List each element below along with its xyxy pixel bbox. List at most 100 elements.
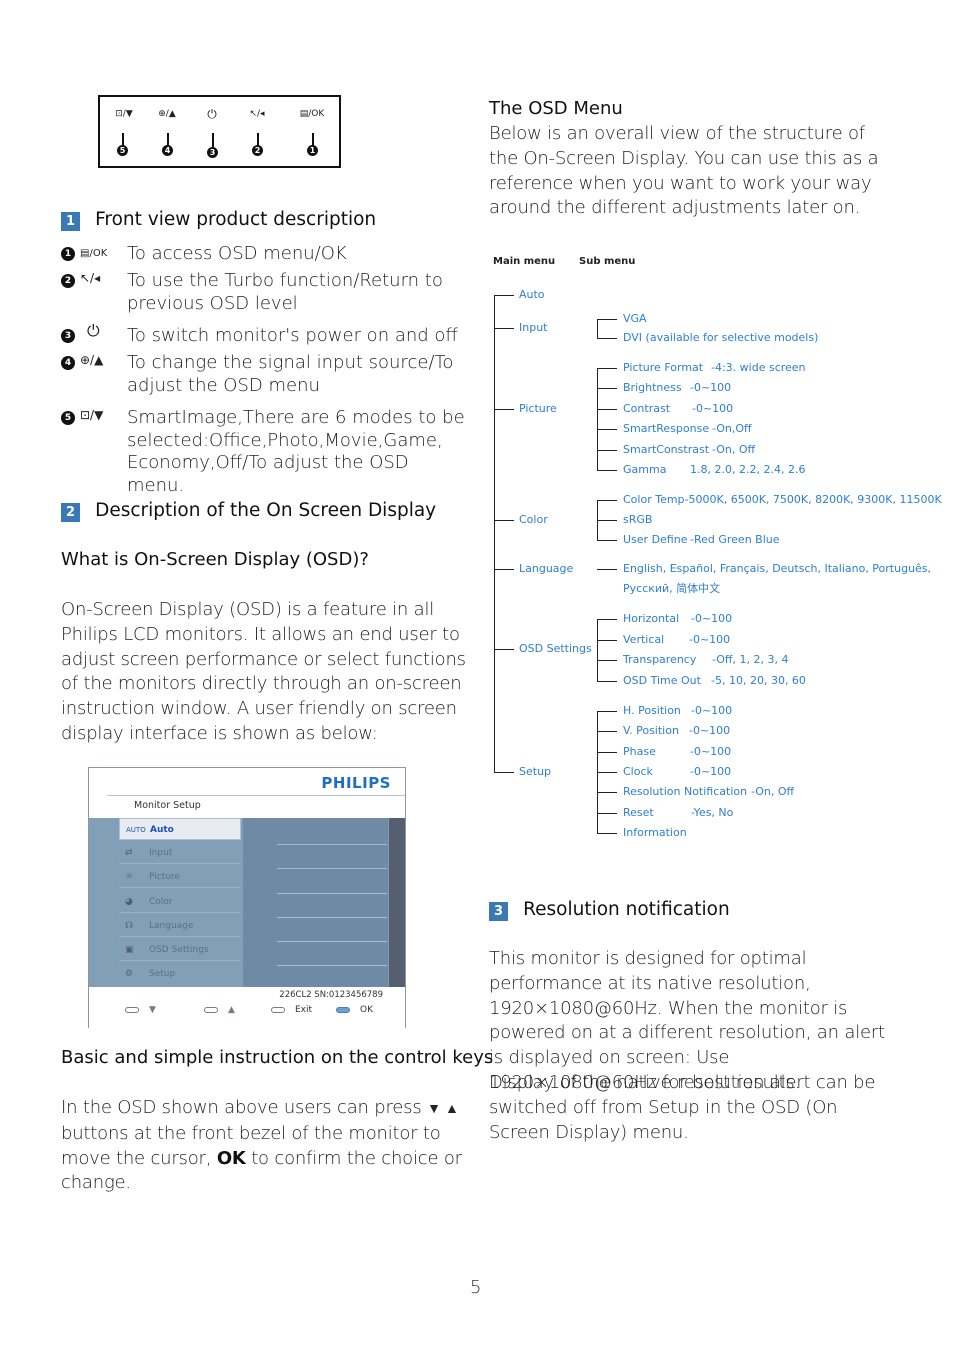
key-text: SmartImage,There are 6 modes to be selec…: [127, 407, 465, 496]
power-icon: ⏻: [207, 107, 217, 121]
key-number: 4: [61, 356, 75, 370]
main-menu-item-language[interactable]: Language: [519, 562, 573, 575]
color-icon: ◕: [125, 897, 133, 907]
sub-menu-value: -0~100: [690, 764, 732, 778]
bezel-number: 1: [307, 145, 318, 156]
osd-menu-heading: The OSD Menu: [489, 98, 623, 119]
tree-sub-trunk: [597, 319, 598, 338]
main-menu-item-color[interactable]: Color: [519, 513, 548, 526]
main-menu-item-auto[interactable]: Auto: [519, 288, 545, 301]
sub-menu-value: -0~100: [690, 381, 732, 395]
osd-item-language[interactable]: ☊ Language: [119, 915, 241, 937]
sub-menu-item[interactable]: V. Position: [623, 724, 679, 737]
sub-menu-item[interactable]: Resolution Notification: [623, 785, 747, 798]
sub-menu-item[interactable]: Reset: [623, 806, 654, 819]
key-text: To use the Turbo function/Return to prev…: [127, 270, 443, 314]
ok-label: OK: [360, 1005, 373, 1015]
main-menu-item-picture[interactable]: Picture: [519, 402, 557, 415]
input-icon: ⇄: [125, 848, 133, 858]
tree-trunk: [494, 295, 495, 772]
sub-menu-value: -0~100: [691, 704, 733, 717]
osd-item-setup[interactable]: ⚙ Setup: [119, 963, 241, 985]
tree-sub-branch: [597, 429, 617, 431]
tree-sub-branch: [597, 812, 617, 814]
sub-menu-item[interactable]: Clock: [623, 765, 653, 778]
section-badge: 3: [489, 902, 508, 921]
sub-menu-item[interactable]: Color Temp-5000K, 6500K, 7500K, 8200K, 9…: [623, 493, 942, 506]
osd-settings-icon: ▣: [125, 945, 134, 955]
tree-sub-branch: [597, 569, 617, 570]
osd-up-button[interactable]: ▲: [204, 1005, 235, 1015]
osd-item-label: Setup: [149, 969, 176, 979]
tree-sub-branch: [597, 368, 617, 369]
sub-menu-value: -4:3. wide screen: [711, 361, 806, 374]
osd-exit-button[interactable]: Exit: [271, 1005, 312, 1015]
sub-menu-item[interactable]: English, Español, Français, Deutsch, Ita…: [623, 562, 931, 575]
bezel-number: 3: [207, 147, 218, 158]
sub-menu-value: -On,Off: [712, 422, 752, 436]
osd-description-paragraph: On-Screen Display (OSD) is a feature in …: [61, 599, 466, 744]
sub-menu-value: -5, 10, 20, 30, 60: [711, 673, 806, 687]
key-text: To access OSD menu/OK: [127, 243, 347, 264]
osd-item-color[interactable]: ◕ Color: [119, 891, 241, 913]
main-menu-item-setup[interactable]: Setup: [519, 765, 551, 778]
sub-menu-item[interactable]: Phase: [623, 745, 656, 758]
sub-menu-item[interactable]: Information: [623, 826, 687, 839]
down-up-arrows-icon: ▼ ▲: [427, 1101, 459, 1117]
osd-title: Monitor Setup: [134, 800, 201, 811]
setup-icon: ⚙: [125, 969, 134, 979]
sub-menu-item[interactable]: Vertical: [623, 633, 664, 646]
section-1-heading: 1 Front view product description: [61, 209, 376, 231]
osd-item-osd-settings[interactable]: ▣ OSD Settings: [119, 939, 241, 961]
control-keys-paragraph: In the OSD shown above users can press ▼…: [61, 1096, 471, 1196]
osd-ok-button[interactable]: OK: [336, 1005, 373, 1015]
bezel-number: 5: [117, 145, 128, 156]
osd-item-picture[interactable]: ☼ Picture: [119, 866, 241, 888]
language-icon: ☊: [125, 921, 133, 931]
picture-icon: ☼: [125, 872, 134, 882]
main-menu-item-input[interactable]: Input: [519, 321, 547, 334]
exit-label: Exit: [295, 1005, 313, 1015]
osd-down-button[interactable]: ▼: [125, 1005, 156, 1015]
osd-item-auto[interactable]: AUTO Auto: [119, 818, 241, 840]
down-arrow-icon: ▼: [149, 1005, 156, 1015]
sub-menu-item[interactable]: OSD Time Out: [623, 674, 701, 687]
main-menu-item-osd-settings[interactable]: OSD Settings: [519, 642, 592, 655]
osd-question-heading: What is On-Screen Display (OSD)?: [61, 549, 369, 570]
sub-menu-item[interactable]: VGA: [623, 312, 647, 325]
smartimage-down-icon: ⊡/▼: [115, 109, 133, 119]
input-up-icon: ⊕/▲: [158, 109, 176, 119]
bezel-number: 2: [252, 145, 263, 156]
tree-branch: [494, 520, 514, 521]
sub-menu-item[interactable]: H. Position: [623, 704, 681, 717]
sub-menu-item[interactable]: DVI (available for selective models): [623, 331, 818, 344]
osd-item-label: Language: [149, 921, 194, 931]
sub-menu-item[interactable]: Русский, 简体中文: [623, 580, 720, 596]
sub-menu-item[interactable]: Gamma: [623, 463, 666, 476]
osd-item-label: Auto: [150, 825, 174, 835]
sub-menu-item[interactable]: Contrast: [623, 402, 670, 415]
tree-sub-branch: [597, 771, 617, 773]
sub-menu-item[interactable]: SmartConstrast: [623, 443, 709, 456]
tree-sub-branch: [597, 751, 617, 753]
tree-sub-branch: [597, 500, 617, 501]
sub-menu-item[interactable]: Horizontal: [623, 612, 679, 625]
sub-menu-item[interactable]: Brightness: [623, 381, 682, 394]
sub-menu-item[interactable]: User Define: [623, 533, 687, 546]
sub-menu-item[interactable]: Picture Format: [623, 361, 703, 374]
tree-sub-branch: [597, 540, 617, 541]
sub-menu-value: 1.8, 2.0, 2.2, 2.4, 2.6: [690, 463, 806, 476]
key-text: To switch monitor's power on and off: [127, 325, 458, 346]
sub-menu-value: -Yes, No: [691, 805, 734, 819]
sub-menu-value: -On, Off: [751, 785, 795, 799]
tree-sub-branch: [597, 832, 617, 834]
osd-scrollbar: [389, 818, 405, 987]
sub-menu-item[interactable]: Transparency: [623, 653, 696, 666]
up-arrow-icon: ▲: [228, 1005, 235, 1015]
front-bezel-diagram: ⊡/▼ ⊕/▲ ⏻ ↖/◂ ▤/OK 5 4 3 2 1: [98, 95, 341, 168]
osd-item-input[interactable]: ⇄ Input: [119, 842, 241, 864]
sub-menu-item[interactable]: SmartResponse: [623, 422, 709, 435]
auto-icon: AUTO: [126, 826, 146, 834]
input-up-icon: ⊕/▲: [80, 353, 104, 367]
sub-menu-item[interactable]: sRGB: [623, 513, 652, 526]
